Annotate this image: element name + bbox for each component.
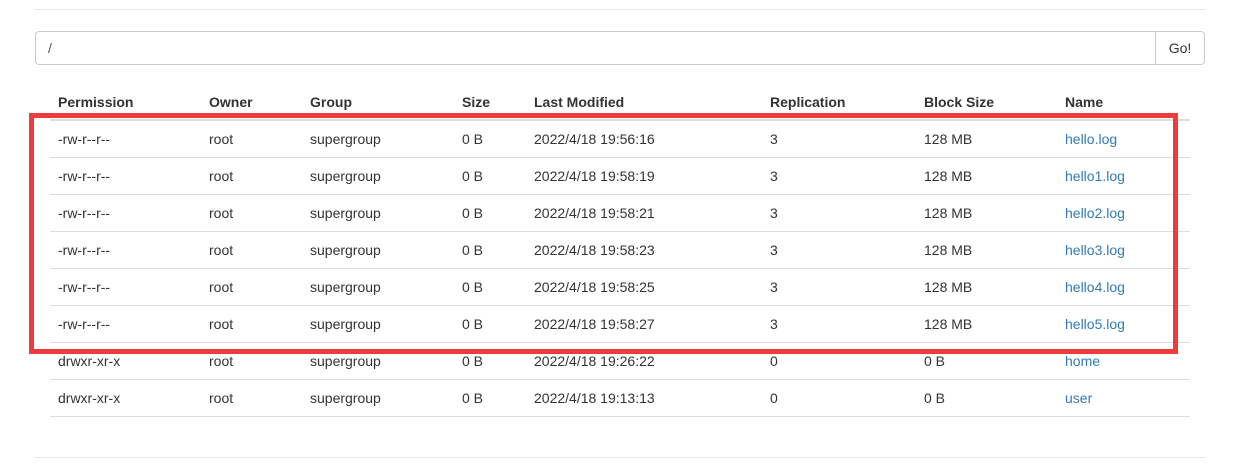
cell-size: 0 B (454, 194, 526, 232)
cell-replication: 3 (762, 268, 916, 306)
cell-owner: root (201, 268, 302, 306)
cell-replication: 3 (762, 305, 916, 343)
file-listing-table: Permission Owner Group Size Last Modifie… (50, 84, 1190, 417)
cell-last-modified: 2022/4/18 19:56:16 (526, 120, 762, 158)
column-header-permission[interactable]: Permission (50, 84, 201, 121)
table-row: -rw-r--r-- root supergroup 0 B 2022/4/18… (50, 157, 1190, 195)
cell-replication: 3 (762, 157, 916, 195)
cell-block-size: 128 MB (916, 305, 1057, 343)
cell-permission: -rw-r--r-- (50, 194, 201, 232)
cell-replication: 0 (762, 379, 916, 417)
cell-name: hello5.log (1057, 305, 1190, 343)
column-header-last-modified[interactable]: Last Modified (526, 84, 762, 121)
cell-group: supergroup (302, 157, 454, 195)
cell-permission: -rw-r--r-- (50, 231, 201, 269)
cell-owner: root (201, 157, 302, 195)
cell-permission: drwxr-xr-x (50, 342, 201, 380)
cell-group: supergroup (302, 120, 454, 158)
column-header-owner[interactable]: Owner (201, 84, 302, 121)
cell-group: supergroup (302, 379, 454, 417)
cell-size: 0 B (454, 268, 526, 306)
cell-owner: root (201, 379, 302, 417)
cell-owner: root (201, 194, 302, 232)
path-input[interactable] (35, 31, 1155, 65)
cell-name: user (1057, 379, 1190, 417)
column-header-replication[interactable]: Replication (762, 84, 916, 121)
cell-block-size: 0 B (916, 342, 1057, 380)
cell-group: supergroup (302, 342, 454, 380)
directory-link[interactable]: user (1065, 390, 1092, 406)
cell-last-modified: 2022/4/18 19:26:22 (526, 342, 762, 380)
cell-name: hello3.log (1057, 231, 1190, 269)
cell-block-size: 128 MB (916, 157, 1057, 195)
column-header-group[interactable]: Group (302, 84, 454, 121)
go-button[interactable]: Go! (1155, 31, 1205, 65)
file-link[interactable]: hello2.log (1065, 205, 1125, 221)
cell-permission: -rw-r--r-- (50, 268, 201, 306)
cell-size: 0 B (454, 120, 526, 158)
cell-name: hello2.log (1057, 194, 1190, 232)
cell-last-modified: 2022/4/18 19:58:21 (526, 194, 762, 232)
cell-name: hello1.log (1057, 157, 1190, 195)
cell-last-modified: 2022/4/18 19:58:27 (526, 305, 762, 343)
cell-name: home (1057, 342, 1190, 380)
cell-replication: 0 (762, 342, 916, 380)
cell-permission: drwxr-xr-x (50, 379, 201, 417)
cell-last-modified: 2022/4/18 19:58:23 (526, 231, 762, 269)
column-header-block-size[interactable]: Block Size (916, 84, 1057, 121)
cell-group: supergroup (302, 194, 454, 232)
top-divider (35, 9, 1205, 10)
table-header-row: Permission Owner Group Size Last Modifie… (50, 84, 1190, 121)
file-link[interactable]: hello5.log (1065, 316, 1125, 332)
column-header-name[interactable]: Name (1057, 84, 1190, 121)
cell-permission: -rw-r--r-- (50, 305, 201, 343)
cell-group: supergroup (302, 305, 454, 343)
cell-owner: root (201, 120, 302, 158)
table-row: -rw-r--r-- root supergroup 0 B 2022/4/18… (50, 194, 1190, 232)
cell-replication: 3 (762, 194, 916, 232)
file-link[interactable]: hello1.log (1065, 168, 1125, 184)
file-link[interactable]: hello4.log (1065, 279, 1125, 295)
cell-size: 0 B (454, 231, 526, 269)
cell-block-size: 0 B (916, 379, 1057, 417)
cell-name: hello.log (1057, 120, 1190, 158)
cell-block-size: 128 MB (916, 120, 1057, 158)
cell-block-size: 128 MB (916, 268, 1057, 306)
cell-size: 0 B (454, 342, 526, 380)
cell-block-size: 128 MB (916, 194, 1057, 232)
cell-owner: root (201, 305, 302, 343)
cell-owner: root (201, 231, 302, 269)
cell-permission: -rw-r--r-- (50, 120, 201, 158)
cell-permission: -rw-r--r-- (50, 157, 201, 195)
table-row: drwxr-xr-x root supergroup 0 B 2022/4/18… (50, 379, 1190, 417)
cell-block-size: 128 MB (916, 231, 1057, 269)
cell-group: supergroup (302, 231, 454, 269)
cell-last-modified: 2022/4/18 19:58:19 (526, 157, 762, 195)
cell-owner: root (201, 342, 302, 380)
cell-group: supergroup (302, 268, 454, 306)
cell-name: hello4.log (1057, 268, 1190, 306)
cell-size: 0 B (454, 157, 526, 195)
cell-size: 0 B (454, 305, 526, 343)
bottom-divider (35, 457, 1205, 458)
directory-link[interactable]: home (1065, 353, 1100, 369)
cell-replication: 3 (762, 120, 916, 158)
file-link[interactable]: hello.log (1065, 131, 1117, 147)
cell-size: 0 B (454, 379, 526, 417)
table-row: -rw-r--r-- root supergroup 0 B 2022/4/18… (50, 120, 1190, 158)
table-row: -rw-r--r-- root supergroup 0 B 2022/4/18… (50, 268, 1190, 306)
table-row: -rw-r--r-- root supergroup 0 B 2022/4/18… (50, 231, 1190, 269)
column-header-size[interactable]: Size (454, 84, 526, 121)
path-bar: Go! (35, 31, 1205, 65)
table-row: -rw-r--r-- root supergroup 0 B 2022/4/18… (50, 305, 1190, 343)
cell-replication: 3 (762, 231, 916, 269)
cell-last-modified: 2022/4/18 19:13:13 (526, 379, 762, 417)
file-link[interactable]: hello3.log (1065, 242, 1125, 258)
cell-last-modified: 2022/4/18 19:58:25 (526, 268, 762, 306)
table-row: drwxr-xr-x root supergroup 0 B 2022/4/18… (50, 342, 1190, 380)
